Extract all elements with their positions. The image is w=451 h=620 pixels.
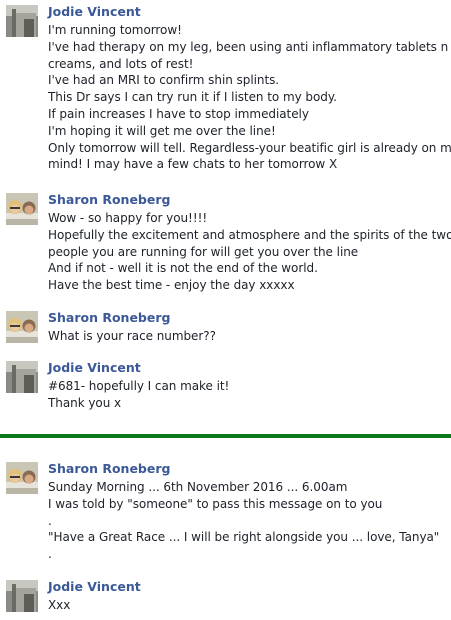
comment-line: Sunday Morning ... 6th November 2016 ...… <box>48 480 348 494</box>
comment-line: "Have a Great Race ... I will be right a… <box>48 530 440 545</box>
comment-line: people you are running for will get you … <box>48 244 359 259</box>
avatar[interactable] <box>6 311 38 343</box>
sharon-avatar-image <box>6 193 38 225</box>
comment-line: Have the best time - enjoy the day xxxxx <box>48 278 295 293</box>
comment-line: Only tomorrow will tell. Regardless-your… <box>48 140 451 155</box>
comment-line: #681- hopefully I can make it! <box>48 379 230 393</box>
comment-line: Wow - so happy for you!!!! <box>48 211 208 225</box>
sharon-avatar-image <box>6 462 38 494</box>
comment-line: mind! I may have a few chats to her tomo… <box>48 157 338 172</box>
comment-line: I've had an MRI to confirm shin splints. <box>48 73 280 88</box>
author-name[interactable]: Jodie Vincent <box>48 579 448 595</box>
author-name[interactable]: Sharon Roneberg <box>48 310 448 326</box>
comment-line: . <box>48 513 52 528</box>
avatar[interactable] <box>6 361 38 393</box>
comment-text: Xxx <box>48 597 448 614</box>
comment-line: Xxx <box>48 598 71 612</box>
author-name[interactable]: Sharon Roneberg <box>48 461 448 477</box>
author-name[interactable]: Sharon Roneberg <box>48 192 448 208</box>
avatar[interactable] <box>6 580 38 612</box>
avatar[interactable] <box>6 5 38 37</box>
comment-text: #681- hopefully I can make it! Thank you… <box>48 378 448 412</box>
comment-text: Sunday Morning ... 6th November 2016 ...… <box>48 479 448 563</box>
comment-line: This Dr says I can try run it if I liste… <box>48 90 337 105</box>
comment-line: If pain increases I have to stop immedia… <box>48 106 309 121</box>
comment-line: What is your race number?? <box>48 329 216 343</box>
author-name[interactable]: Jodie Vincent <box>48 360 448 376</box>
jodie-avatar-image <box>6 361 38 393</box>
comment-line: I was told by "someone" to pass this mes… <box>48 496 383 511</box>
comment-line: creams, and lots of rest! <box>48 56 194 71</box>
comment-line: Hopefully the excitement and atmosphere … <box>48 227 451 242</box>
avatar[interactable] <box>6 193 38 225</box>
comment-line: Thank you x <box>48 395 122 410</box>
comment-line: . <box>48 547 52 562</box>
avatar[interactable] <box>6 462 38 494</box>
author-name[interactable]: Jodie Vincent <box>48 4 448 20</box>
comment-text: What is your race number?? <box>48 328 448 345</box>
comment-line: I'm hoping it will get me over the line! <box>48 123 276 138</box>
jodie-avatar-image <box>6 5 38 37</box>
comment-line: I'm running tomorrow! <box>48 23 182 37</box>
section-divider <box>0 434 451 438</box>
comment-text: Wow - so happy for you!!!! Hopefully the… <box>48 210 451 294</box>
comment-text: I'm running tomorrow! I've had therapy o… <box>48 22 451 173</box>
comment-line: I've had therapy on my leg, been using a… <box>48 39 449 54</box>
jodie-avatar-image <box>6 580 38 612</box>
sharon-avatar-image <box>6 311 38 343</box>
comment-line: And if not - well it is not the end of t… <box>48 261 318 276</box>
